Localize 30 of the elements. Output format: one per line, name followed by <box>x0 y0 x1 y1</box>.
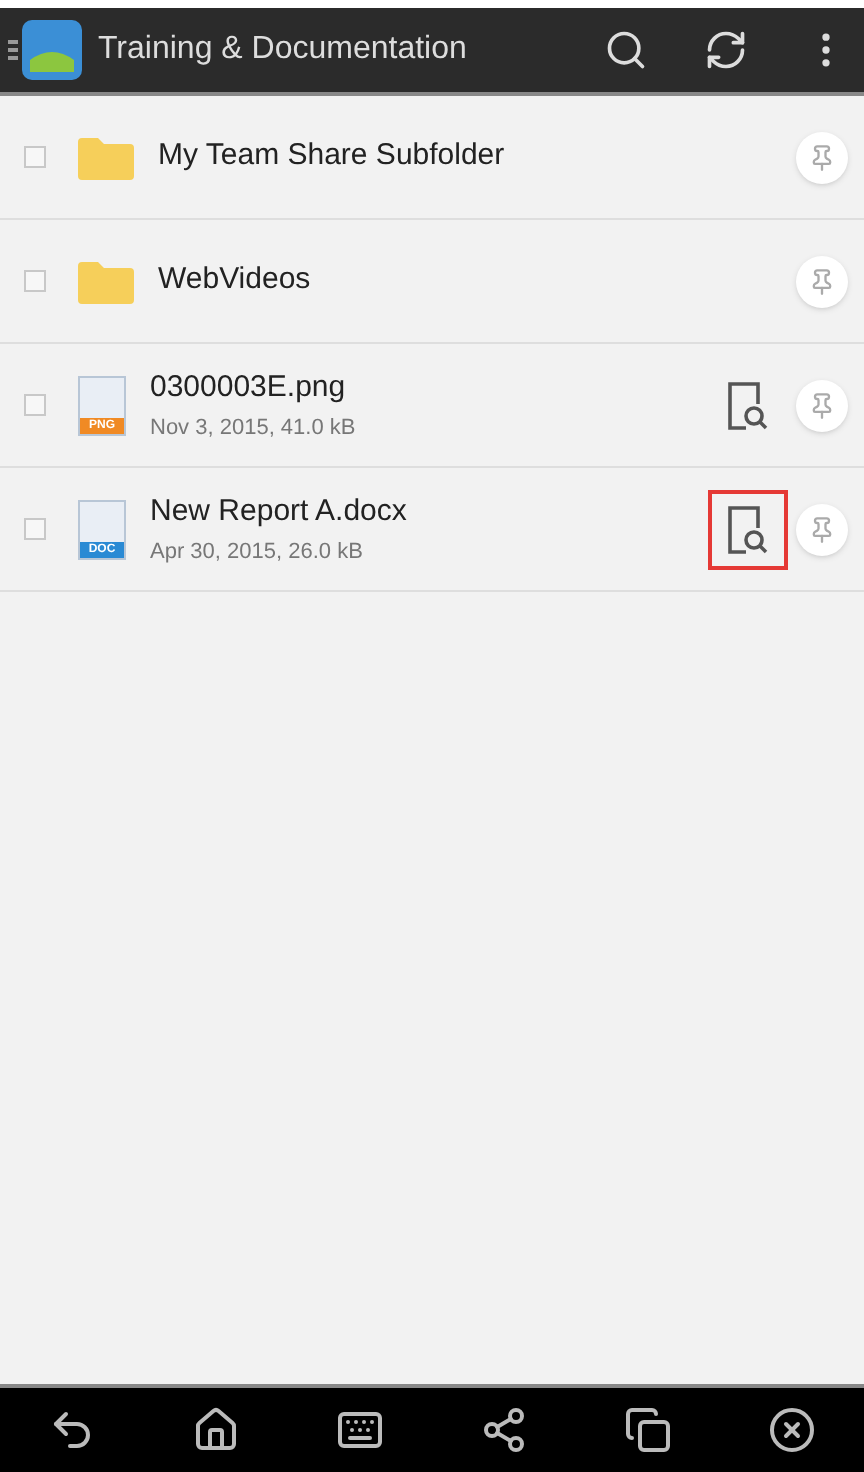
app-bar-title: Training & Documentation <box>98 30 469 70</box>
pin-icon <box>808 391 836 419</box>
pin-icon <box>808 143 836 171</box>
preview-button[interactable] <box>708 489 788 569</box>
folder-icon <box>78 259 134 303</box>
item-name: 0300003E.png <box>150 368 348 408</box>
document-search-icon <box>726 503 770 555</box>
folder-icon <box>78 135 134 179</box>
home-icon[interactable] <box>192 1406 240 1454</box>
item-details: Apr 30, 2015, 26.0 kB <box>150 537 365 567</box>
share-icon[interactable] <box>480 1406 528 1454</box>
checkbox[interactable] <box>24 146 46 168</box>
checkbox[interactable] <box>24 270 46 292</box>
item-details: Nov 3, 2015, 41.0 kB <box>150 413 358 443</box>
checkbox[interactable] <box>24 518 46 540</box>
item-name: New Report A.docx <box>150 492 409 532</box>
checkbox[interactable] <box>24 394 46 416</box>
keyboard-icon[interactable] <box>336 1406 384 1454</box>
pin-icon <box>808 267 836 295</box>
close-icon[interactable] <box>768 1406 816 1454</box>
document-search-icon <box>726 379 770 431</box>
item-name: WebVideos <box>158 260 313 301</box>
search-icon[interactable] <box>604 28 648 72</box>
recent-apps-icon[interactable] <box>624 1406 672 1454</box>
item-name: My Team Share Subfolder <box>158 136 507 177</box>
app-logo-icon[interactable] <box>22 20 82 80</box>
pin-icon <box>808 515 836 543</box>
refresh-icon[interactable] <box>704 28 748 72</box>
menu-icon[interactable] <box>8 36 18 64</box>
back-icon[interactable] <box>48 1406 96 1454</box>
